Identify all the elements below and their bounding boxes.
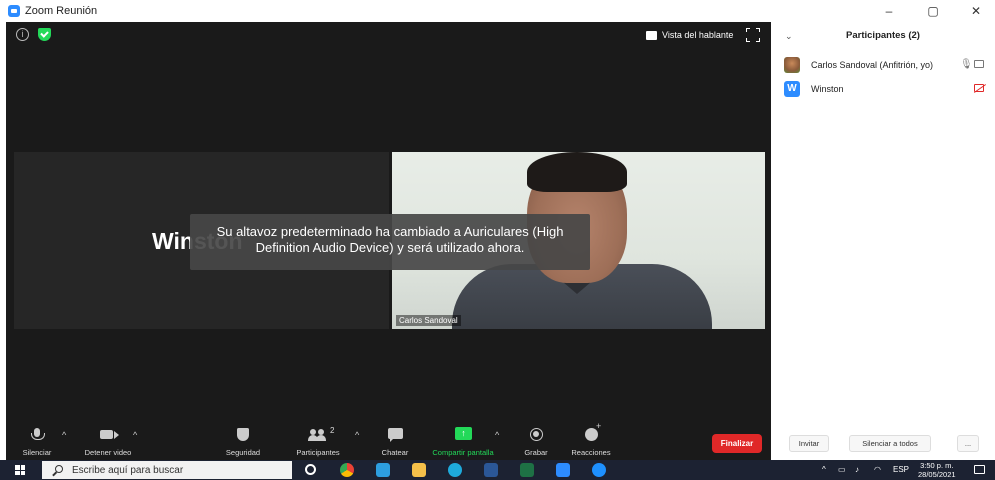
participants-options-caret-icon[interactable]: ^ (355, 430, 359, 440)
meeting-toolbar: Silenciar ^ Detener video ^ Seguridad 2 … (6, 421, 771, 460)
chrome-icon[interactable] (340, 463, 354, 477)
windows-taskbar: Escribe aquí para buscar ^ ▭ ♪ ◠ ESP 3:5… (0, 460, 995, 480)
invite-button[interactable]: Invitar (789, 435, 829, 452)
participant-name-tag: Carlos Sandoval (396, 315, 461, 326)
window-title: Zoom Reunión (25, 5, 98, 17)
skype-icon[interactable] (448, 463, 462, 477)
participant-name: Carlos Sandoval (Anfitrión, yo) (811, 60, 934, 70)
speaker-view-button[interactable]: Vista del hablante (646, 27, 733, 43)
title-bar: Zoom Reunión – ▢ ✕ (0, 0, 995, 22)
close-button[interactable]: ✕ (957, 0, 995, 22)
speaker-view-label: Vista del hablante (662, 30, 734, 40)
reactions-emoji-icon (585, 421, 601, 441)
zoom-taskbar-icon[interactable] (556, 463, 570, 477)
reactions-button[interactable]: Reacciones (569, 421, 613, 457)
avatar (784, 57, 800, 73)
participant-row[interactable]: Carlos Sandoval (Anfitrión, yo) 🎙 (771, 54, 995, 76)
participants-panel: ⌄ Participantes (2) Carlos Sandoval (Anf… (771, 22, 995, 460)
taskbar-search-input[interactable]: Escribe aquí para buscar (42, 461, 292, 479)
maximize-button[interactable]: ▢ (914, 0, 952, 22)
word-icon[interactable] (484, 463, 498, 477)
mute-all-button[interactable]: Silenciar a todos (849, 435, 931, 452)
share-options-caret-icon[interactable]: ^ (495, 430, 499, 440)
participants-count: 2 (330, 426, 335, 435)
chat-button[interactable]: Chatear (378, 426, 412, 457)
video-camera-icon (100, 430, 119, 439)
chat-label: Chatear (381, 448, 409, 457)
speaker-changed-notification: Su altavoz predeterminado ha cambiado a … (190, 214, 590, 270)
app-icon[interactable] (376, 463, 390, 477)
video-person-hair (527, 152, 627, 192)
excel-icon[interactable] (520, 463, 534, 477)
security-button[interactable]: Seguridad (220, 426, 266, 457)
record-label: Grabar (524, 448, 548, 457)
tray-chevron-up-icon[interactable]: ^ (822, 460, 826, 480)
chat-bubble-icon (388, 428, 403, 442)
audio-options-caret-icon[interactable]: ^ (62, 430, 66, 440)
video-camera-icon[interactable] (974, 60, 984, 68)
panel-footer: Invitar Silenciar a todos ... (771, 432, 995, 456)
video-options-caret-icon[interactable]: ^ (133, 430, 137, 440)
notifications-icon[interactable] (974, 465, 985, 474)
stop-video-button[interactable]: Detener video (78, 426, 138, 457)
security-shield-icon (237, 428, 249, 441)
panel-header: ⌄ Participantes (2) (771, 22, 995, 50)
search-icon (55, 465, 63, 473)
volume-icon[interactable]: ♪ (855, 460, 859, 480)
panel-title: Participantes (2) (846, 30, 920, 41)
fullscreen-icon[interactable] (746, 28, 760, 42)
mute-label: Silenciar (22, 448, 52, 457)
taskbar-clock[interactable]: 3:50 p. m. 28/05/2021 (918, 461, 956, 479)
cortana-icon[interactable] (305, 464, 316, 475)
view-grid-icon (646, 30, 657, 40)
meeting-stage: i Vista del hablante Winston Carlos Sand… (6, 22, 771, 460)
encryption-shield-icon[interactable] (38, 28, 51, 41)
file-explorer-icon[interactable] (412, 463, 426, 477)
more-options-button[interactable]: ... (957, 435, 979, 452)
info-icon[interactable]: i (16, 28, 29, 41)
microphone-icon[interactable]: 🎙 (960, 59, 973, 70)
share-screen-button[interactable]: ↑ Compartir pantalla (428, 426, 498, 457)
stop-video-label: Detener video (84, 448, 132, 457)
record-button[interactable]: Grabar (519, 426, 553, 457)
clock-date: 28/05/2021 (918, 470, 956, 479)
participants-button[interactable]: 2 Participantes (292, 426, 344, 457)
end-meeting-button[interactable]: Finalizar (712, 434, 762, 453)
windows-start-icon[interactable] (15, 465, 25, 475)
share-arrow-icon: ↑ (455, 427, 472, 440)
search-placeholder: Escribe aquí para buscar (72, 465, 184, 476)
participant-name: Winston (811, 84, 844, 94)
notification-line-1: Su altavoz predeterminado ha cambiado a … (216, 224, 564, 239)
minimize-button[interactable]: – (870, 0, 908, 22)
microphone-icon (31, 428, 45, 440)
wifi-icon[interactable]: ◠ (874, 460, 881, 480)
download-app-icon[interactable] (592, 463, 606, 477)
avatar: W (784, 81, 800, 97)
notification-line-2: Definition Audio Device) y será utilizad… (255, 240, 525, 255)
mute-button[interactable]: Silenciar (19, 426, 55, 457)
zoom-logo-icon (8, 5, 20, 17)
security-label: Seguridad (225, 448, 261, 457)
participants-icon (308, 429, 327, 441)
clock-time: 3:50 p. m. (920, 461, 954, 470)
share-screen-label: Compartir pantalla (432, 448, 494, 457)
participants-label: Participantes (296, 448, 340, 457)
record-icon (530, 428, 543, 441)
language-indicator[interactable]: ESP (893, 460, 909, 480)
video-off-icon (974, 84, 984, 92)
reactions-label: Reacciones (571, 448, 611, 457)
battery-icon[interactable]: ▭ (838, 460, 846, 480)
participant-row[interactable]: W Winston (771, 78, 995, 100)
